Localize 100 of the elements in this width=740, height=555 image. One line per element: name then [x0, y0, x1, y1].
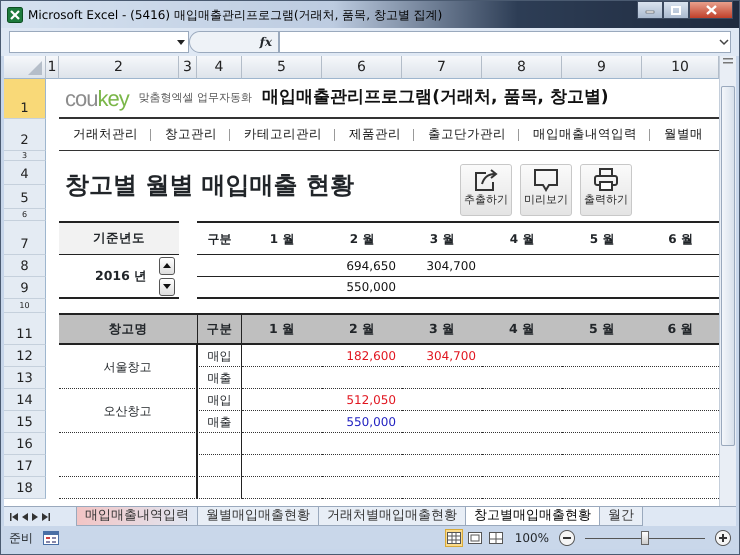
maximize-icon — [671, 6, 681, 14]
close-button[interactable] — [689, 1, 733, 19]
column-header[interactable]: 1 — [46, 56, 59, 79]
column-heading: 5 월 — [562, 313, 642, 345]
column-heading: 1 월 — [242, 221, 322, 255]
column-header[interactable]: 8 — [482, 56, 562, 79]
expand-icon — [718, 38, 730, 46]
row-header[interactable]: 7 — [4, 221, 46, 255]
formula-field[interactable] — [279, 31, 731, 53]
minus-icon — [563, 536, 571, 538]
preview-button[interactable]: 미리보기 — [520, 164, 572, 216]
row-header[interactable]: 11 — [4, 313, 46, 345]
column-heading: 1 월 — [242, 313, 322, 345]
row-header[interactable]: 17 — [4, 455, 46, 477]
table-cell: 694,650 — [322, 255, 402, 277]
dropdown-icon — [177, 40, 185, 44]
category-label: 매출 — [197, 411, 242, 433]
row-header[interactable]: 3 — [4, 151, 46, 161]
sheet-tab[interactable]: 월별매입매출현황 — [197, 507, 319, 526]
vertical-scrollbar[interactable] — [719, 56, 736, 506]
triangle-icon — [28, 61, 42, 75]
year-label: 기준년도 — [59, 221, 179, 255]
zoom-in-button[interactable] — [715, 530, 731, 546]
spin-up-button[interactable] — [159, 256, 175, 274]
maximize-button[interactable] — [663, 1, 689, 19]
zoom-slider[interactable] — [585, 530, 705, 544]
first-sheet-icon[interactable] — [10, 512, 18, 520]
row-header[interactable]: 5 — [4, 185, 46, 209]
row-header[interactable]: 12 — [4, 345, 46, 367]
row-header[interactable]: 8 — [4, 255, 46, 277]
column-heading: 5 월 — [562, 221, 642, 255]
plus-icon — [719, 534, 727, 542]
split-handle-icon[interactable] — [722, 56, 734, 66]
column-heading: 구분 — [197, 221, 242, 255]
sheet-tab[interactable]: 거래처별매입매출현황 — [318, 507, 466, 526]
column-header[interactable]: 9 — [562, 56, 642, 79]
category-label: 매입 — [197, 345, 242, 367]
last-sheet-icon[interactable] — [42, 512, 50, 520]
menu-link[interactable]: 거래처관리 — [73, 125, 150, 144]
column-header[interactable]: 3 — [179, 56, 197, 79]
column-header[interactable]: 2 — [59, 56, 179, 79]
row-header[interactable]: 6 — [4, 209, 46, 221]
page-title: 창고별 월별 매입매출 현황 — [64, 170, 356, 201]
window-title: Microsoft Excel - (5416) 매입매출관리프로그램(거래처, 품목, 창고별 집계) — [28, 6, 442, 24]
column-heading: 2 월 — [322, 221, 402, 255]
row-header[interactable]: 1 — [4, 79, 46, 119]
category-label: 매입 — [197, 389, 242, 411]
status-text: 준비 — [9, 530, 33, 546]
sheet-tab[interactable]: 월간 — [599, 507, 643, 526]
row-header[interactable]: 18 — [4, 477, 46, 499]
zoom-out-button[interactable] — [559, 530, 575, 546]
row-header[interactable]: 16 — [4, 433, 46, 455]
row-header[interactable]: 9 — [4, 277, 46, 299]
grid-icon — [446, 532, 461, 544]
column-header[interactable]: 4 — [197, 56, 242, 79]
macro-record-icon[interactable] — [43, 530, 59, 544]
column-heading: 2 월 — [322, 313, 402, 345]
excel-icon — [7, 6, 23, 22]
printer-icon — [592, 167, 620, 193]
print-button[interactable]: 출력하기 — [580, 164, 632, 216]
row-header[interactable]: 15 — [4, 411, 46, 433]
menu-link[interactable]: 창고관리 — [165, 125, 229, 144]
previous-sheet-icon[interactable] — [22, 512, 28, 520]
zoom-slider-thumb[interactable] — [641, 530, 649, 544]
row-header[interactable]: 10 — [4, 299, 46, 313]
zoom-level: 100% — [514, 530, 549, 546]
share-icon — [472, 167, 500, 193]
menu-link[interactable]: 매입매출내역입력 — [533, 125, 649, 144]
menu-link[interactable]: 출고단가관리 — [428, 125, 518, 144]
row-header[interactable]: 14 — [4, 389, 46, 411]
sheet-tab[interactable]: 매입매출내역입력 — [76, 507, 198, 526]
column-header[interactable]: 6 — [322, 56, 402, 79]
warehouse-name: 서울창고 — [59, 345, 197, 389]
column-header[interactable]: 10 — [642, 56, 719, 79]
minimize-button[interactable] — [637, 1, 663, 19]
column-header[interactable]: 5 — [242, 56, 322, 79]
sheet-tab[interactable]: 창고별매입매출현황 — [465, 507, 600, 526]
table-cell: 550,000 — [322, 277, 402, 299]
column-heading: 구분 — [197, 313, 242, 345]
normal-view-button[interactable] — [444, 528, 463, 546]
page-break-icon — [488, 532, 503, 544]
row-header[interactable]: 4 — [4, 161, 46, 185]
column-heading: 3 월 — [402, 221, 482, 255]
close-icon — [706, 5, 716, 15]
spin-down-button[interactable] — [159, 278, 175, 296]
brand-logo: coukey — [65, 84, 129, 113]
insert-function-button[interactable]: fx — [189, 31, 279, 53]
column-heading: 4 월 — [482, 313, 562, 345]
column-header[interactable]: 7 — [402, 56, 482, 79]
row-header[interactable]: 2 — [4, 119, 46, 151]
menu-link[interactable]: 카테고리관리 — [244, 125, 334, 144]
menu-link[interactable]: 월별매 — [664, 125, 715, 144]
category-label: 매출 — [197, 367, 242, 389]
menu-link[interactable]: 제품관리 — [349, 125, 413, 144]
column-heading: 6 월 — [642, 313, 719, 345]
next-sheet-icon[interactable] — [32, 512, 38, 520]
table-cell: 304,700 — [402, 255, 482, 277]
export-button[interactable]: 추출하기 — [460, 164, 512, 216]
row-header[interactable]: 13 — [4, 367, 46, 389]
monitor-icon — [532, 167, 560, 193]
